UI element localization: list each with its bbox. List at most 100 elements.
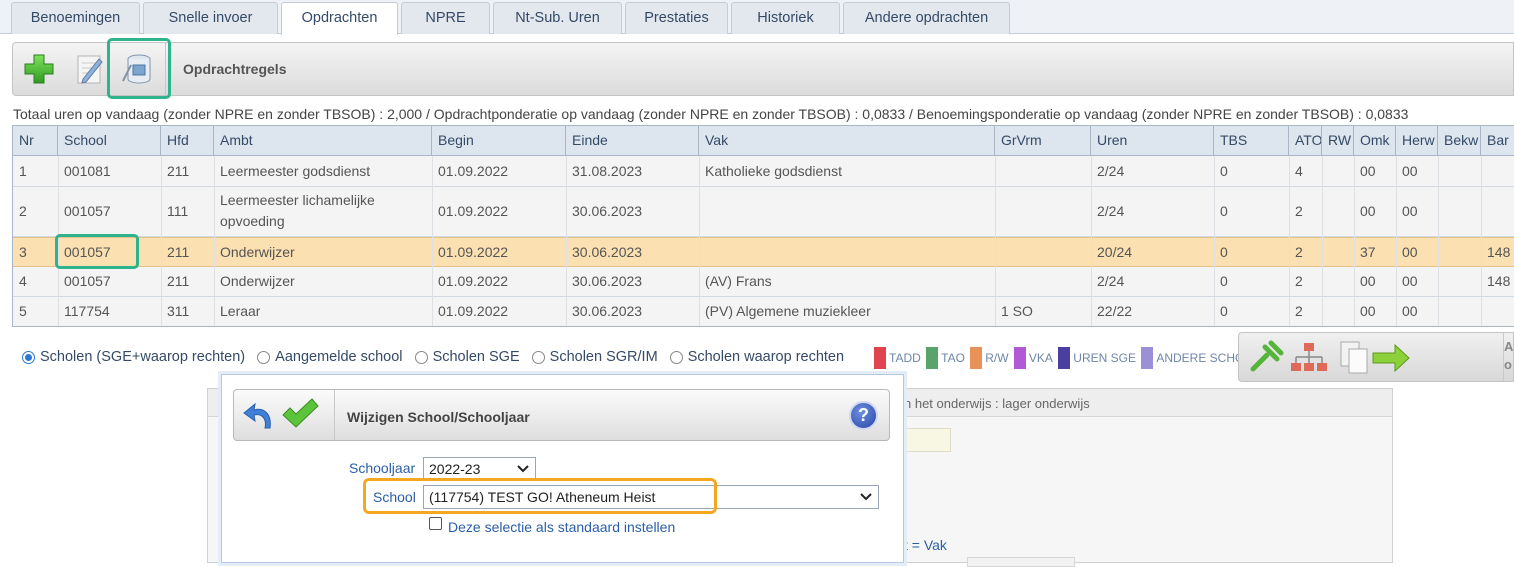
cell-einde: 30.06.2023 — [572, 273, 643, 289]
default-selection-checkbox[interactable] — [429, 517, 442, 530]
cell-herw: 00 — [1402, 303, 1418, 319]
action-toolbar — [1238, 332, 1514, 382]
confirm-check-icon[interactable] — [280, 397, 320, 431]
tab-historiek[interactable]: Historiek — [731, 2, 840, 34]
cell-herw: 00 — [1402, 273, 1418, 289]
tools-icon[interactable] — [1247, 339, 1285, 377]
tab-snelle-invoer[interactable]: Snelle invoer — [143, 2, 278, 34]
cell-ambt: Onderwijzer — [220, 273, 295, 289]
radio-label: Scholen (SGE+waarop rechten) — [40, 349, 246, 365]
tab-npre[interactable]: NPRE — [401, 2, 490, 34]
legend-item: UREN SGE — [1058, 347, 1136, 369]
chevron-down-icon — [860, 493, 872, 501]
col-header-omk[interactable]: Omk — [1354, 126, 1396, 155]
cell-uren: 20/24 — [1097, 244, 1133, 260]
radio-scholen-sge[interactable]: Scholen SGE — [414, 349, 520, 365]
cell-nr: 4 — [19, 273, 27, 289]
cell-omk: 37 — [1360, 244, 1376, 260]
totals-summary: Totaal uren op vandaag (zonder NPRE en z… — [13, 106, 1409, 122]
cell-hfd: 211 — [167, 273, 190, 289]
cell-herw: 00 — [1402, 163, 1418, 179]
radio-scholen-rechten[interactable]: Scholen waarop rechten — [669, 349, 844, 365]
tab-benoemingen[interactable]: Benoemingen — [11, 2, 140, 34]
cell-bar: 148 — [1487, 273, 1511, 289]
col-header-ambt[interactable]: Ambt — [214, 126, 432, 155]
cell-nr: 5 — [19, 303, 27, 319]
tab-nt-sub-uren[interactable]: Nt-Sub. Uren — [493, 2, 622, 34]
col-header-nr[interactable]: Nr — [13, 126, 58, 155]
col-header-school[interactable]: School — [58, 126, 161, 155]
cell-begin: 01.09.2022 — [438, 163, 509, 179]
legend-item: TAO — [926, 347, 965, 369]
col-header-bar[interactable]: Bar — [1481, 126, 1514, 155]
cell-hfd: 211 — [167, 163, 190, 179]
cell-herw: 00 — [1402, 244, 1418, 260]
col-header-uren[interactable]: Uren — [1091, 126, 1214, 155]
cell-vak: (AV) Frans — [705, 273, 772, 289]
highlight-change-school-button — [107, 38, 171, 99]
cell-einde: 30.06.2023 — [572, 203, 643, 219]
hierarchy-icon[interactable] — [1289, 341, 1329, 375]
schooljaar-value: 2022-23 — [429, 461, 481, 477]
cell-begin: 01.09.2022 — [438, 203, 509, 219]
cell-vak: Katholieke godsdienst — [705, 163, 842, 179]
cell-omk: 00 — [1360, 303, 1376, 319]
cell-uren: 2/24 — [1097, 203, 1125, 219]
legend-label: TADD — [889, 351, 921, 365]
col-header-bekw[interactable]: Bekw — [1438, 126, 1481, 155]
cell-nr: 3 — [19, 244, 27, 260]
cell-school: 001057 — [64, 273, 111, 289]
radio-label: Aangemelde school — [275, 349, 403, 365]
radio-scholen-sge-rechten[interactable]: Scholen (SGE+waarop rechten) — [22, 349, 245, 365]
radio-scholen-sgr-im[interactable]: Scholen SGR/IM — [531, 349, 658, 365]
col-header-herw[interactable]: Herw — [1396, 126, 1438, 155]
cell-hfd: 111 — [167, 203, 189, 219]
radio-aangemelde-school[interactable]: Aangemelde school — [257, 349, 403, 365]
tab-prestaties[interactable]: Prestaties — [625, 2, 728, 34]
legend-swatch — [874, 347, 886, 369]
add-button[interactable] — [15, 45, 63, 93]
arrow-right-icon[interactable] — [1371, 343, 1411, 373]
radio-label: Scholen SGE — [432, 349, 520, 365]
legend-item: VKA — [1013, 347, 1053, 369]
cell-uren: 2/24 — [1097, 273, 1125, 289]
cell-begin: 01.09.2022 — [438, 303, 509, 319]
legend-swatch — [926, 347, 939, 369]
radio-icon — [257, 350, 271, 364]
col-header-einde[interactable]: Einde — [566, 126, 699, 155]
cell-begin: 01.09.2022 — [438, 273, 509, 289]
col-header-grvrm[interactable]: GrVrm — [995, 126, 1091, 155]
dialog-toolbar: Wijzigen School/Schooljaar ? — [233, 389, 890, 441]
highlight-school-select — [363, 478, 717, 514]
radio-label: Scholen SGR/IM — [549, 349, 658, 365]
col-header-begin[interactable]: Begin — [432, 126, 566, 155]
cell-ato: 2 — [1295, 203, 1303, 219]
cell-omk: 00 — [1360, 163, 1376, 179]
cell-einde: 30.06.2023 — [572, 303, 643, 319]
tab-opdrachten[interactable]: Opdrachten — [281, 2, 398, 35]
help-icon[interactable]: ? — [849, 401, 878, 430]
col-header-ato[interactable]: ATO — [1289, 126, 1322, 155]
legend-item: R/W — [970, 347, 1009, 369]
cell-ato: 4 — [1295, 163, 1303, 179]
cell-bar: 148 — [1487, 244, 1511, 260]
col-header-hfd[interactable]: Hfd — [161, 126, 214, 155]
cell-einde: 30.06.2023 — [572, 244, 643, 260]
color-legend: TADD TAO R/W VKA UREN SGE ANDERE SCHOOL — [874, 347, 1262, 372]
toolbar: Opdrachtregels — [12, 42, 1514, 96]
col-header-rw[interactable]: RW — [1322, 126, 1354, 155]
radio-icon — [531, 350, 545, 364]
edit-button[interactable] — [65, 45, 113, 93]
cell-omk: 00 — [1360, 203, 1376, 219]
col-header-tbs[interactable]: TBS — [1214, 126, 1289, 155]
cell-herw: 00 — [1402, 203, 1418, 219]
legend-label: VKA — [1028, 351, 1053, 365]
legend-swatch — [970, 347, 983, 369]
undo-icon[interactable] — [242, 398, 278, 434]
radio-icon — [669, 350, 683, 364]
col-header-vak[interactable]: Vak — [699, 126, 995, 155]
copy-documents-icon[interactable] — [1337, 339, 1371, 377]
background-input — [967, 557, 1075, 567]
cell-nr: 2 — [19, 203, 27, 219]
tab-andere-opdrachten[interactable]: Andere opdrachten — [843, 2, 1010, 34]
